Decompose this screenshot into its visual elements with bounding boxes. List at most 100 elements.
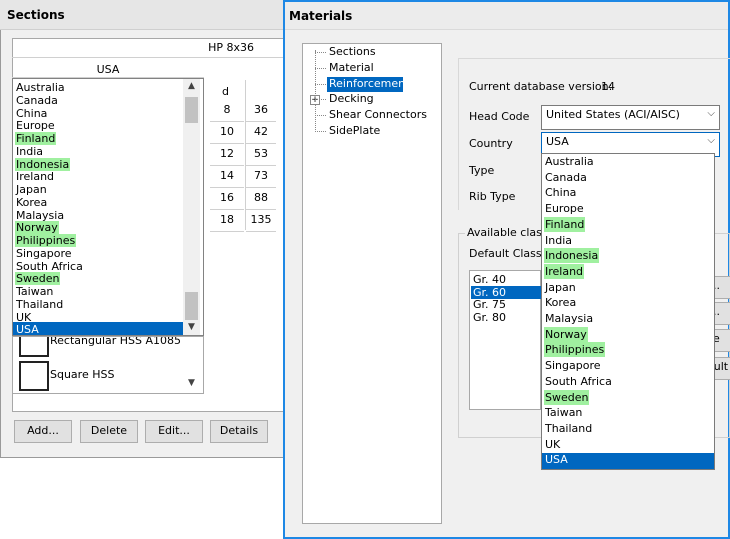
class-item[interactable]: Gr. 40 [473,274,506,286]
scroll-up-icon[interactable]: ▲ [183,79,200,94]
delete-button[interactable]: Delete [80,420,138,443]
country-option[interactable]: Philippines [544,342,606,358]
dim-cell: 14 [210,165,244,188]
tree-item[interactable]: Reinforcement [329,77,409,91]
class-item[interactable]: Gr. 75 [473,299,506,311]
tree-connector [315,50,316,132]
dim-cell: 18 [210,209,244,232]
country-option[interactable]: Thailand [544,421,593,436]
sections-country-item[interactable]: UK [15,311,32,324]
country-option[interactable]: USA [544,452,569,467]
db-version-label: Current database version: [469,80,613,93]
chevron-down-icon[interactable]: ▼ [183,376,200,390]
country-option[interactable]: Taiwan [544,405,583,420]
tree-connector [315,131,326,133]
country-column-header[interactable]: USA [12,58,204,78]
head-code-label: Head Code [469,110,530,123]
dim-column-header: d [222,85,229,98]
dim-cell: 10 [210,121,244,144]
shape-label[interactable]: Rectangular HSS A1085 [50,337,181,347]
dim-cell: 88 [246,187,276,210]
materials-window-title: Materials [285,2,728,30]
country-option[interactable]: Finland [544,216,586,232]
country-option[interactable]: Australia [544,154,595,169]
sections-country-item[interactable]: Ireland [15,170,55,183]
country-option[interactable]: Europe [544,201,585,216]
sections-country-item[interactable]: South Africa [15,260,84,273]
shape-label[interactable]: Square HSS [50,368,114,381]
square-hss-icon [19,361,49,391]
dim-cell: 42 [246,121,276,144]
head-code-value: United States (ACI/AISC) [546,108,680,121]
sections-country-item[interactable]: Canada [15,94,59,107]
dim-cell: 135 [246,209,276,232]
sections-country-item[interactable]: India [15,145,44,158]
sections-country-item[interactable]: Malaysia [15,209,65,222]
sections-country-item[interactable]: Philippines [15,234,77,247]
head-code-dropdown[interactable]: United States (ACI/AISC) ⌵ [541,105,720,130]
sections-country-item[interactable]: China [15,107,48,120]
tree-item[interactable]: Shear Connectors [329,108,427,122]
edit-button[interactable]: Edit... [145,420,203,443]
rib-type-label: Rib Type [469,190,516,203]
dim-cell: 36 [246,99,276,122]
sections-country-item[interactable]: Indonesia [15,157,71,171]
country-option[interactable]: Malaysia [544,311,594,326]
country-option[interactable]: India [544,233,573,248]
sections-country-item[interactable]: Australia [15,81,66,94]
dim-cell: 16 [210,187,244,210]
sections-country-item[interactable]: Japan [15,183,48,196]
dim-cell: 8 [210,99,244,122]
country-option[interactable]: Singapore [544,358,602,373]
sections-country-item[interactable]: Taiwan [15,285,54,298]
tree-item[interactable]: Sections [329,45,376,59]
tree-connector [315,83,326,86]
class-item[interactable]: Gr. 60 [473,286,506,299]
sections-country-item[interactable]: Norway [15,221,59,235]
scroll-thumb[interactable] [185,97,198,123]
country-option[interactable]: Canada [544,170,588,185]
tree-item[interactable]: SidePlate [329,124,380,138]
sections-country-item[interactable]: USA [15,323,40,336]
dim-cell: 12 [210,143,244,166]
db-version-value: 14 [601,80,615,93]
dim-cell: 73 [246,165,276,188]
class-item[interactable]: Gr. 80 [473,311,506,324]
chevron-down-icon[interactable]: ▼ [183,320,200,334]
add-button[interactable]: Add... [14,420,72,443]
tree-item[interactable]: Material [329,61,374,75]
tree-connector [315,67,326,70]
sections-country-item[interactable]: Korea [15,196,48,209]
shape-list[interactable]: Rectangular HSS A1085 Square HSS [12,336,204,394]
tree-connector [315,99,326,101]
country-option[interactable]: Korea [544,295,577,310]
chevron-down-icon: ⌵ [707,108,715,119]
sections-country-item[interactable]: Sweden [15,272,61,286]
dim-cell: 53 [246,143,276,166]
section-name-header: HP 8x36 [12,38,284,58]
default-class-label: Default Class [469,247,542,260]
rect-hss-icon [19,337,49,357]
sections-country-item[interactable]: Thailand [15,298,64,311]
country-option[interactable]: Sweden [544,389,590,405]
tree-connector [315,115,326,117]
chevron-down-icon: ⌵ [707,135,715,146]
country-option[interactable]: Indonesia [544,248,600,264]
scroll-thumb-lower[interactable] [185,292,198,320]
country-option[interactable]: China [544,185,577,200]
country-option[interactable]: South Africa [544,374,613,389]
details-button[interactable]: Details [210,420,268,443]
country-option[interactable]: Ireland [544,263,585,279]
country-value: USA [546,135,569,148]
tree-item[interactable]: Decking [329,92,374,106]
country-option[interactable]: Norway [544,326,588,342]
sections-window-title: Sections [0,0,284,30]
sections-country-item[interactable]: Singapore [15,247,73,260]
country-label: Country [469,137,513,150]
country-option[interactable]: UK [544,437,561,452]
type-label: Type [469,164,495,177]
sections-country-item[interactable]: Finland [15,132,57,145]
sections-country-item[interactable]: Europe [15,119,56,132]
tree-connector [315,52,326,54]
country-option[interactable]: Japan [544,280,577,295]
